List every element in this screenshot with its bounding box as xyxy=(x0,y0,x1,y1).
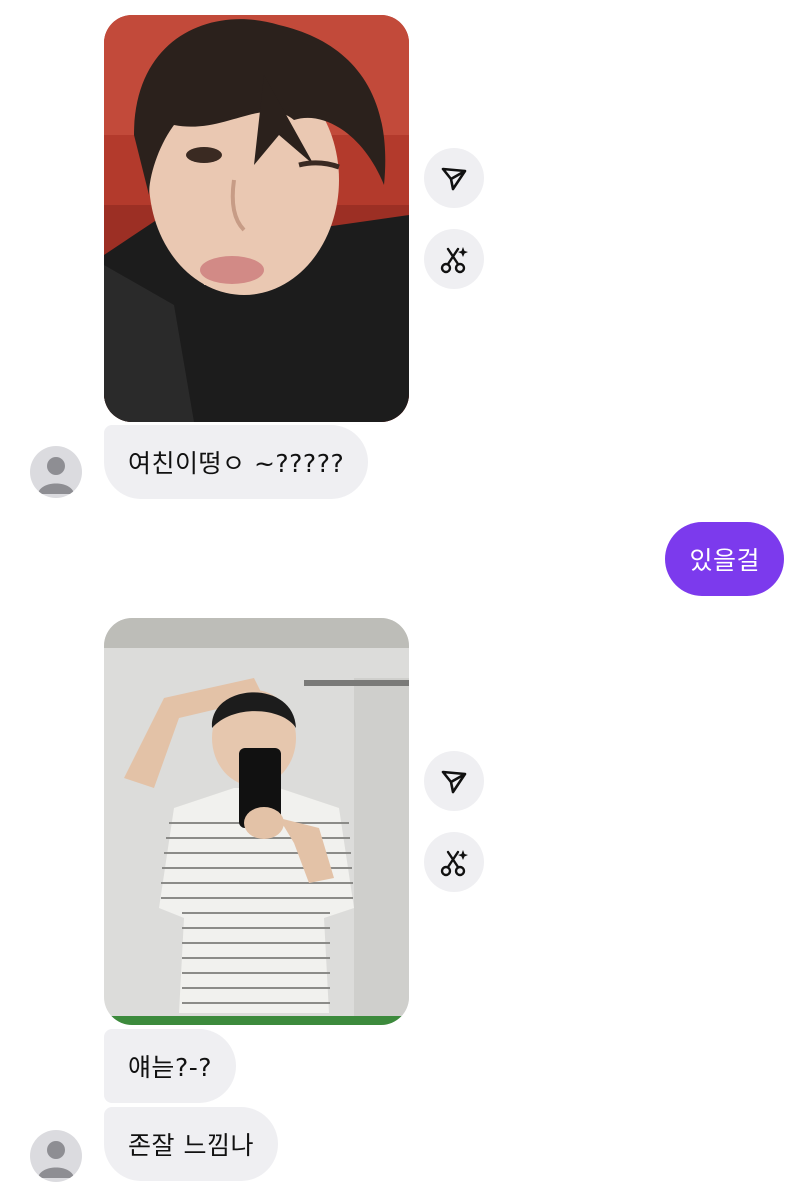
photo-selfie-wink xyxy=(104,15,409,422)
ai-cutout-button-2[interactable] xyxy=(424,832,484,892)
share-button-2[interactable] xyxy=(424,751,484,811)
share-icon xyxy=(441,167,467,191)
message-bubble-outgoing[interactable]: 있을걸 xyxy=(665,522,784,596)
person-icon xyxy=(38,1141,74,1178)
message-bubble-incoming[interactable]: 여친이떵ㅇ ~????? xyxy=(104,425,369,499)
ai-cutout-button[interactable] xyxy=(424,229,484,289)
ai-cutout-icon xyxy=(440,850,468,877)
message-bubble-incoming[interactable]: 존잘 느낌나 xyxy=(104,1107,278,1181)
photo-mirror-selfie xyxy=(104,618,409,1025)
photo-message-1[interactable] xyxy=(104,15,409,422)
message-bubble-incoming[interactable]: 얘늗?-? xyxy=(104,1029,237,1103)
chat-screen: 여친이떵ㅇ ~????? 있을걸 얘늗?-? 존잘 느낌나 xyxy=(0,0,800,1200)
photo-message-2[interactable] xyxy=(104,618,409,1025)
share-icon xyxy=(441,770,467,794)
share-button[interactable] xyxy=(424,148,484,208)
ai-cutout-icon xyxy=(440,247,468,274)
person-icon xyxy=(38,457,74,494)
avatar[interactable] xyxy=(30,1130,82,1182)
avatar[interactable] xyxy=(30,446,82,498)
